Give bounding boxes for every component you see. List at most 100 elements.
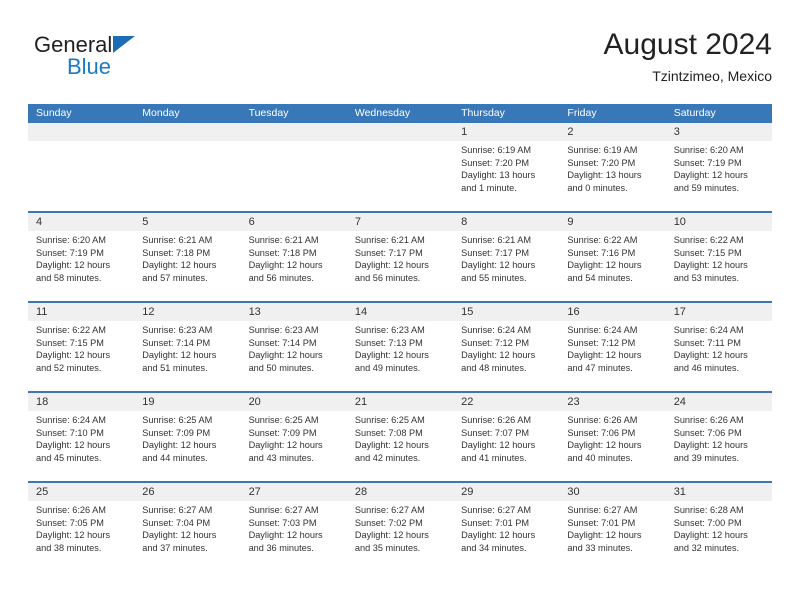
day-detail-line: and 47 minutes.	[567, 362, 633, 373]
calendar-grid: Sunday Monday Tuesday Wednesday Thursday Frid…	[28, 104, 772, 571]
day-detail-line: and 57 minutes.	[142, 272, 208, 283]
day-cell-details[interactable]: Sunrise: 6:20 AM Sunset: 7:19 PM Daylight:…	[28, 231, 134, 301]
day-detail-line: Sunset: 7:20 PM	[567, 157, 636, 168]
day-detail-line: Daylight: 12 hours	[248, 440, 323, 451]
day-cell-details[interactable]: Sunrise: 6:21 AM Sunset: 7:17 PM Daylight:…	[347, 231, 453, 301]
day-number[interactable]: 22	[453, 393, 559, 411]
day-detail-line: Sunset: 7:12 PM	[567, 337, 636, 348]
day-number[interactable]: 6	[241, 213, 347, 231]
day-cell-details[interactable]: Sunrise: 6:19 AM Sunset: 7:20 PM Daylight:…	[559, 141, 665, 211]
day-cell-details[interactable]: Sunrise: 6:26 AM Sunset: 7:07 PM Daylight:…	[453, 411, 559, 481]
day-number[interactable]: 14	[347, 303, 453, 321]
day-number[interactable]: 31	[666, 483, 772, 501]
day-cell-details[interactable]: Sunrise: 6:27 AM Sunset: 7:02 PM Daylight:…	[347, 501, 453, 571]
day-detail-line: Sunrise: 6:27 AM	[142, 505, 213, 515]
day-number[interactable]: 9	[559, 213, 665, 231]
day-cell-empty	[28, 141, 134, 211]
week-detail-band: Sunrise: 6:24 AM Sunset: 7:10 PM Daylight:…	[28, 411, 772, 481]
day-detail-line: Sunset: 7:09 PM	[142, 427, 211, 438]
day-detail-line: Sunset: 7:05 PM	[36, 517, 104, 528]
day-detail-line: and 35 minutes.	[354, 542, 421, 553]
day-cell-details[interactable]: Sunrise: 6:22 AM Sunset: 7:15 PM Daylight:…	[666, 231, 772, 301]
day-cell-details[interactable]: Sunrise: 6:20 AM Sunset: 7:19 PM Daylight:…	[666, 141, 772, 211]
day-number[interactable]: 27	[241, 483, 347, 501]
day-number[interactable]: 11	[28, 303, 134, 321]
day-number[interactable]: 12	[134, 303, 240, 321]
day-number[interactable]: 10	[666, 213, 772, 231]
day-cell-details[interactable]: Sunrise: 6:21 AM Sunset: 7:17 PM Daylight:…	[453, 231, 559, 301]
day-cell-details[interactable]: Sunrise: 6:24 AM Sunset: 7:12 PM Daylight:…	[559, 321, 665, 391]
day-detail-line: Sunrise: 6:25 AM	[248, 415, 319, 425]
day-cell-details[interactable]: Sunrise: 6:26 AM Sunset: 7:06 PM Daylight:…	[666, 411, 772, 481]
day-number[interactable]: 3	[666, 123, 772, 141]
day-detail-line: Sunrise: 6:20 AM	[36, 235, 106, 245]
day-number[interactable]: 30	[559, 483, 665, 501]
day-cell-details[interactable]: Sunrise: 6:23 AM Sunset: 7:13 PM Daylight:…	[347, 321, 453, 391]
day-cell-details[interactable]: Sunrise: 6:27 AM Sunset: 7:01 PM Daylight:…	[453, 501, 559, 571]
day-detail-line: Sunset: 7:19 PM	[673, 157, 742, 168]
day-number[interactable]: 20	[241, 393, 347, 411]
day-detail-line: Sunrise: 6:24 AM	[673, 325, 744, 335]
day-cell-details[interactable]: Sunrise: 6:23 AM Sunset: 7:14 PM Daylight:…	[241, 321, 347, 391]
day-number[interactable]: 2	[559, 123, 665, 141]
day-cell-details[interactable]: Sunrise: 6:22 AM Sunset: 7:15 PM Daylight:…	[28, 321, 134, 391]
week-detail-band: Sunrise: 6:26 AM Sunset: 7:05 PM Daylight:…	[28, 501, 772, 571]
day-number[interactable]: 24	[666, 393, 772, 411]
day-cell-details[interactable]: Sunrise: 6:21 AM Sunset: 7:18 PM Daylight:…	[134, 231, 240, 301]
day-cell-details[interactable]: Sunrise: 6:24 AM Sunset: 7:10 PM Daylight:…	[28, 411, 134, 481]
day-cell-details[interactable]: Sunrise: 6:28 AM Sunset: 7:00 PM Daylight:…	[666, 501, 772, 571]
day-number[interactable]: 23	[559, 393, 665, 411]
day-detail-line: Sunset: 7:09 PM	[248, 427, 317, 438]
day-number[interactable]: 1	[453, 123, 559, 141]
day-number[interactable]: 26	[134, 483, 240, 501]
weekday-header-sunday: Sunday	[36, 107, 72, 119]
day-detail-line: Sunset: 7:02 PM	[354, 517, 423, 528]
day-cell-details[interactable]: Sunrise: 6:22 AM Sunset: 7:16 PM Daylight:…	[559, 231, 665, 301]
day-detail-line: Sunrise: 6:28 AM	[673, 505, 744, 515]
day-detail-line: Sunrise: 6:20 AM	[673, 145, 744, 155]
day-detail-line: and 46 minutes.	[673, 362, 740, 373]
day-detail-line: Sunrise: 6:21 AM	[248, 235, 319, 245]
day-number[interactable]: 28	[347, 483, 453, 501]
day-number[interactable]: 29	[453, 483, 559, 501]
day-detail-line: and 32 minutes.	[673, 542, 740, 553]
day-number[interactable]: 4	[28, 213, 134, 231]
day-detail-line: and 40 minutes.	[567, 452, 633, 463]
day-cell-details[interactable]: Sunrise: 6:26 AM Sunset: 7:05 PM Daylight:…	[28, 501, 134, 571]
day-number[interactable]: 5	[134, 213, 240, 231]
day-number[interactable]: 21	[347, 393, 453, 411]
day-detail-line: and 43 minutes.	[248, 452, 314, 463]
day-number[interactable]: 19	[134, 393, 240, 411]
day-detail-line: Daylight: 12 hours	[567, 350, 642, 361]
day-number[interactable]: 13	[241, 303, 347, 321]
day-cell-details[interactable]: Sunrise: 6:27 AM Sunset: 7:03 PM Daylight:…	[241, 501, 347, 571]
day-number[interactable]: 8	[453, 213, 559, 231]
day-cell-details[interactable]: Sunrise: 6:23 AM Sunset: 7:14 PM Daylight:…	[134, 321, 240, 391]
day-cell-details[interactable]: Sunrise: 6:25 AM Sunset: 7:09 PM Daylight:…	[134, 411, 240, 481]
day-cell-details[interactable]: Sunrise: 6:19 AM Sunset: 7:20 PM Daylight:…	[453, 141, 559, 211]
day-number[interactable]: 7	[347, 213, 453, 231]
day-detail-line: Sunrise: 6:27 AM	[354, 505, 425, 515]
weekday-header-friday: Friday	[567, 107, 597, 119]
day-number[interactable]: 18	[28, 393, 134, 411]
day-cell-details[interactable]: Sunrise: 6:27 AM Sunset: 7:04 PM Daylight:…	[134, 501, 240, 571]
day-detail-line: and 33 minutes.	[567, 542, 633, 553]
day-cell-details[interactable]: Sunrise: 6:27 AM Sunset: 7:01 PM Daylight:…	[559, 501, 665, 571]
logo-line-2: Blue	[34, 55, 214, 81]
day-number[interactable]: 16	[559, 303, 665, 321]
day-detail-line: Sunrise: 6:27 AM	[248, 505, 319, 515]
title-block: August 2024 Tzintzimeo, Mexico	[604, 26, 772, 86]
day-detail-line: Sunrise: 6:21 AM	[142, 235, 213, 245]
day-cell-details[interactable]: Sunrise: 6:21 AM Sunset: 7:18 PM Daylight:…	[241, 231, 347, 301]
day-cell-details[interactable]: Sunrise: 6:25 AM Sunset: 7:08 PM Daylight:…	[347, 411, 453, 481]
day-number[interactable]: 17	[666, 303, 772, 321]
day-detail-line: Sunrise: 6:22 AM	[673, 235, 744, 245]
day-detail-line: and 50 minutes.	[248, 362, 314, 373]
day-detail-line: Sunrise: 6:19 AM	[567, 145, 638, 155]
day-number[interactable]: 15	[453, 303, 559, 321]
day-number[interactable]: 25	[28, 483, 134, 501]
day-cell-details[interactable]: Sunrise: 6:24 AM Sunset: 7:11 PM Daylight:…	[666, 321, 772, 391]
day-cell-details[interactable]: Sunrise: 6:24 AM Sunset: 7:12 PM Daylight:…	[453, 321, 559, 391]
day-cell-details[interactable]: Sunrise: 6:26 AM Sunset: 7:06 PM Daylight:…	[559, 411, 665, 481]
day-cell-details[interactable]: Sunrise: 6:25 AM Sunset: 7:09 PM Daylight:…	[241, 411, 347, 481]
